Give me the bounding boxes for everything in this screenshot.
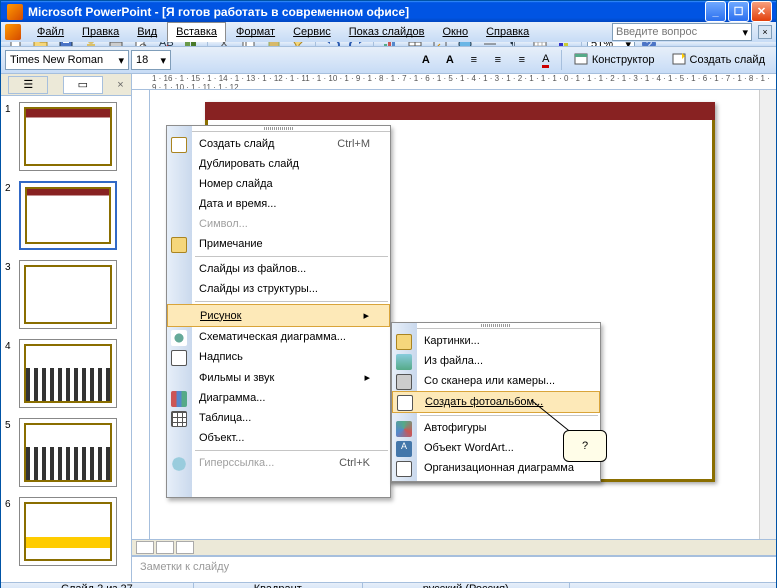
menu-comment[interactable]: Примечание bbox=[167, 234, 390, 254]
menu-object[interactable]: Объект... bbox=[167, 428, 390, 448]
menu-insert[interactable]: Вставка bbox=[167, 22, 226, 42]
status-bar: Слайд 2 из 27 Квадрант русский (Россия) bbox=[1, 582, 776, 588]
arrow-right-icon: ▸ bbox=[363, 309, 369, 322]
thumbnail-item[interactable]: 4 bbox=[5, 339, 127, 408]
menu-slide-number[interactable]: Номер слайда bbox=[167, 174, 390, 194]
maximize-button[interactable]: ☐ bbox=[728, 1, 749, 22]
slide-design-button[interactable]: Конструктор bbox=[566, 49, 662, 71]
sorter-view-button[interactable] bbox=[156, 541, 174, 554]
menu-duplicate-slide[interactable]: Дублировать слайд bbox=[167, 154, 390, 174]
align-left-button[interactable]: ≡ bbox=[463, 49, 485, 71]
slide-panel: ☰ ▭ × 1 2 3 4 5 6 bbox=[1, 74, 132, 582]
title-bar: Microsoft PowerPoint - [Я готов работать… bbox=[1, 1, 776, 22]
menu-new-slide[interactable]: Создать слайдCtrl+M bbox=[167, 134, 390, 154]
thumbnail-list[interactable]: 1 2 3 4 5 6 bbox=[1, 96, 131, 582]
menu-help[interactable]: Справка bbox=[478, 23, 537, 41]
thumbnail-item[interactable]: 5 bbox=[5, 418, 127, 487]
menu-edit[interactable]: Правка bbox=[74, 23, 127, 41]
submenu-scanner[interactable]: Со сканера или камеры... bbox=[392, 371, 600, 391]
menu-slides-from-files[interactable]: Слайды из файлов... bbox=[167, 259, 390, 279]
window-title: Microsoft PowerPoint - [Я готов работать… bbox=[28, 5, 705, 19]
menu-picture[interactable]: Рисунок▸ bbox=[167, 304, 390, 327]
app-menu-icon[interactable] bbox=[5, 24, 21, 40]
normal-view-button[interactable] bbox=[136, 541, 154, 554]
slide-header-bar bbox=[205, 102, 715, 120]
minimize-button[interactable]: _ bbox=[705, 1, 726, 22]
mdi-buttons: × bbox=[758, 25, 772, 39]
chevron-down-icon: ▾ bbox=[742, 26, 748, 39]
align-right-button[interactable]: ≡ bbox=[511, 49, 533, 71]
menu-symbol: Символ... bbox=[167, 214, 390, 234]
window-buttons: _ ☐ ✕ bbox=[705, 1, 772, 22]
work-area: ☰ ▭ × 1 2 3 4 5 6 1 · 16 · 1 · 15 · 1 · … bbox=[1, 74, 776, 582]
menu-chart[interactable]: Диаграмма... bbox=[167, 388, 390, 408]
mdi-close-button[interactable]: × bbox=[758, 25, 772, 39]
menu-grip[interactable] bbox=[392, 323, 600, 329]
slideshow-view-button[interactable] bbox=[176, 541, 194, 554]
thumbnail-item[interactable]: 2 bbox=[5, 181, 127, 250]
ask-question-box[interactable]: Введите вопрос ▾ bbox=[612, 23, 752, 41]
thumbnail-item[interactable]: 6 bbox=[5, 497, 127, 566]
horizontal-ruler: 1 · 16 · 1 · 15 · 1 · 14 · 1 · 13 · 1 · … bbox=[132, 74, 776, 90]
thumbnail-item[interactable]: 1 bbox=[5, 102, 127, 171]
thumbnail-item[interactable]: 3 bbox=[5, 260, 127, 329]
submenu-clipart[interactable]: Картинки... bbox=[392, 331, 600, 351]
menu-hyperlink: Гиперссылка...Ctrl+K bbox=[167, 453, 390, 473]
insert-menu-dropdown: Создать слайдCtrl+M Дублировать слайд Но… bbox=[166, 125, 391, 498]
separator bbox=[561, 50, 562, 70]
close-button[interactable]: ✕ bbox=[751, 1, 772, 22]
font-size-combo[interactable]: 18▾ bbox=[131, 50, 171, 70]
vertical-scrollbar[interactable] bbox=[759, 90, 776, 539]
outline-tab[interactable]: ☰ bbox=[8, 76, 48, 94]
status-template: Квадрант bbox=[194, 583, 363, 588]
menu-window[interactable]: Окно bbox=[435, 23, 477, 41]
menu-view[interactable]: Вид bbox=[129, 23, 165, 41]
menu-diagram[interactable]: Схематическая диаграмма... bbox=[167, 327, 390, 347]
menu-bar: Файл Правка Вид Вставка Формат Сервис По… bbox=[1, 22, 776, 42]
arrow-right-icon: ▸ bbox=[364, 371, 370, 384]
vertical-ruler bbox=[132, 90, 150, 539]
chevron-down-icon: ▾ bbox=[160, 54, 166, 67]
menu-slides-from-outline[interactable]: Слайды из структуры... bbox=[167, 279, 390, 299]
notes-pane[interactable]: Заметки к слайду bbox=[132, 556, 776, 582]
menu-textbox[interactable]: Надпись bbox=[167, 347, 390, 367]
submenu-from-file[interactable]: Из файла... bbox=[392, 351, 600, 371]
panel-close-button[interactable]: × bbox=[117, 79, 123, 91]
panel-tabs: ☰ ▭ × bbox=[1, 74, 131, 96]
menu-movies-sound[interactable]: Фильмы и звук▸ bbox=[167, 367, 390, 388]
menu-tools[interactable]: Сервис bbox=[285, 23, 339, 41]
app-icon bbox=[7, 4, 23, 20]
status-language: русский (Россия) bbox=[363, 583, 570, 588]
slides-tab[interactable]: ▭ bbox=[63, 76, 103, 94]
menu-slideshow[interactable]: Показ слайдов bbox=[341, 23, 433, 41]
menu-table[interactable]: Таблица... bbox=[167, 408, 390, 428]
help-callout: ? bbox=[563, 430, 607, 462]
ask-placeholder: Введите вопрос bbox=[616, 26, 697, 38]
font-name-combo[interactable]: Times New Roman▾ bbox=[5, 50, 129, 70]
align-center-button[interactable]: ≡ bbox=[487, 49, 509, 71]
menu-date-time[interactable]: Дата и время... bbox=[167, 194, 390, 214]
chevron-down-icon: ▾ bbox=[118, 54, 124, 67]
menu-format[interactable]: Формат bbox=[228, 23, 283, 41]
app-window: Microsoft PowerPoint - [Я готов работать… bbox=[0, 0, 777, 588]
increase-font-button[interactable]: A bbox=[415, 49, 437, 71]
decrease-font-button[interactable]: A bbox=[439, 49, 461, 71]
formatting-toolbar: Times New Roman▾ 18▾ A A ≡ ≡ ≡ A Констру… bbox=[1, 47, 776, 74]
status-slide: Слайд 2 из 27 bbox=[1, 583, 194, 588]
view-buttons bbox=[132, 539, 776, 556]
font-color-button[interactable]: A bbox=[535, 49, 557, 71]
menu-grip[interactable] bbox=[167, 126, 390, 132]
new-slide-button[interactable]: Создать слайд bbox=[664, 49, 772, 71]
menu-file[interactable]: Файл bbox=[29, 23, 72, 41]
